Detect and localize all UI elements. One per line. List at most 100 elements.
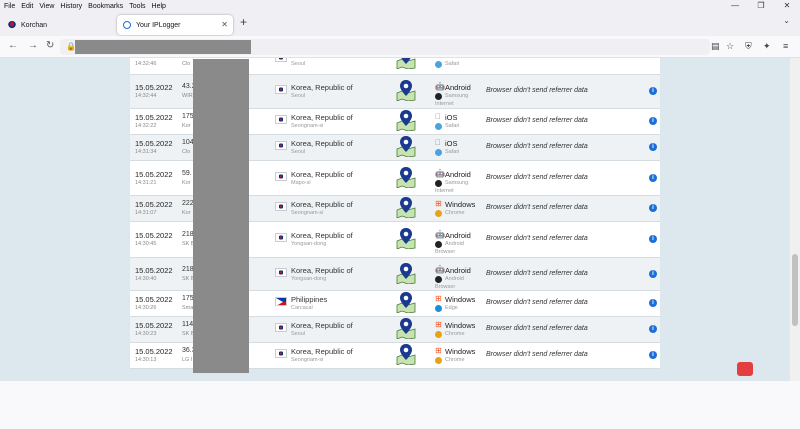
map-pin-icon[interactable]: [396, 291, 416, 314]
map-pin-icon[interactable]: [396, 109, 416, 132]
row-os: Android: [445, 170, 471, 179]
row-isp: Kor: [182, 210, 191, 216]
row-browser: Safari: [445, 149, 460, 155]
hamburger-menu-icon[interactable]: ≡: [783, 41, 788, 51]
info-icon[interactable]: i: [649, 87, 657, 95]
menu-file[interactable]: File: [4, 3, 15, 10]
info-icon[interactable]: i: [649, 204, 657, 212]
row-isp: Clo: [182, 149, 191, 155]
maximize-icon[interactable]: ❐: [748, 0, 774, 12]
back-arrow-icon[interactable]: ←: [8, 40, 18, 51]
blank-area: [0, 381, 800, 429]
info-icon[interactable]: i: [649, 270, 657, 278]
row-browser-suffix: Browser: [435, 249, 456, 255]
row-os: Android: [445, 266, 471, 275]
row-referrer: Browser didn't send referrer data: [486, 235, 588, 242]
row-isp: Clo: [182, 61, 191, 67]
row-os: Windows: [445, 321, 476, 330]
korea-flag-icon: [275, 202, 287, 211]
samsung-icon: [435, 93, 442, 100]
row-time: 14:32:44: [135, 93, 157, 99]
menu-bookmarks[interactable]: Bookmarks: [88, 3, 123, 10]
row-country: Korea, Republic of: [291, 266, 353, 275]
map-pin-icon[interactable]: [396, 135, 416, 158]
map-pin-icon[interactable]: [396, 317, 416, 340]
row-ip[interactable]: 104: [182, 139, 194, 146]
row-country: Korea, Republic of: [291, 113, 353, 122]
row-country: Korea, Republic of: [291, 321, 353, 330]
info-icon[interactable]: i: [649, 235, 657, 243]
row-date: 15.05.2022: [135, 347, 173, 356]
korea-flag-icon: [275, 323, 287, 332]
info-icon[interactable]: i: [649, 325, 657, 333]
map-pin-icon[interactable]: [396, 227, 416, 250]
row-ip[interactable]: 222: [182, 200, 194, 207]
minimize-icon[interactable]: —: [722, 0, 748, 12]
korea-flag-icon: [275, 349, 287, 358]
close-tab-icon[interactable]: ✕: [221, 20, 228, 29]
scroll-thumb[interactable]: [792, 254, 798, 326]
info-icon[interactable]: i: [649, 174, 657, 182]
windows-icon: ⊞: [435, 320, 442, 329]
bookmark-star-icon[interactable]: ☆: [726, 41, 734, 52]
row-country: Korea, Republic of: [291, 200, 353, 209]
row-ip[interactable]: 114: [182, 321, 193, 328]
shield-icon[interactable]: ⛨: [745, 41, 752, 52]
forward-arrow-icon[interactable]: →: [28, 40, 38, 51]
edge-icon: [435, 305, 442, 312]
row-country: Korea, Republic of: [291, 139, 353, 148]
row-city: Seoul: [291, 331, 306, 337]
map-pin-icon[interactable]: [396, 166, 416, 189]
row-browser: Safari: [445, 123, 460, 129]
extensions-icon[interactable]: ✦: [763, 41, 771, 52]
menu-edit[interactable]: Edit: [21, 3, 33, 10]
tab-iplogger[interactable]: Your IPLogger ✕: [117, 15, 233, 35]
row-date: 15.05.2022: [135, 113, 173, 122]
row-ip[interactable]: 175: [182, 113, 194, 120]
reload-icon[interactable]: ↻: [46, 40, 54, 51]
new-tab-icon[interactable]: +: [240, 15, 247, 29]
windows-icon: ⊞: [435, 294, 442, 303]
row-ip[interactable]: 218: [182, 231, 194, 238]
row-referrer: Browser didn't send referrer data: [486, 204, 588, 211]
reader-view-icon[interactable]: ▤: [711, 41, 720, 52]
map-pin-icon[interactable]: [396, 196, 416, 219]
row-date: 15.05.2022: [135, 266, 173, 275]
map-pin-icon[interactable]: [396, 262, 416, 285]
info-icon[interactable]: i: [649, 117, 657, 125]
windows-icon: ⊞: [435, 199, 442, 208]
row-referrer: Browser didn't send referrer data: [486, 143, 588, 150]
menu-history[interactable]: History: [60, 3, 82, 10]
close-window-icon[interactable]: ✕: [774, 0, 800, 12]
row-time: 14:30:45: [135, 241, 157, 247]
map-pin-icon[interactable]: [396, 79, 416, 102]
row-ip[interactable]: 175: [182, 295, 194, 302]
row-isp: Sma: [182, 305, 194, 311]
korea-flag-icon: [275, 233, 287, 242]
feedback-button[interactable]: [737, 362, 753, 376]
korea-flag-icon: [275, 115, 287, 124]
row-ip[interactable]: 59.: [182, 170, 192, 177]
map-pin-icon[interactable]: [396, 343, 416, 366]
row-isp: Kor: [182, 180, 191, 186]
info-icon[interactable]: i: [649, 143, 657, 151]
chrome-icon: [435, 331, 442, 338]
row-isp: Kor: [182, 123, 191, 129]
menu-bar: File Edit View History Bookmarks Tools H…: [0, 0, 800, 12]
info-icon[interactable]: i: [649, 351, 657, 359]
row-ip[interactable]: 218: [182, 266, 194, 273]
row-referrer: Browser didn't send referrer data: [486, 325, 588, 332]
row-time: 14:32:46: [135, 61, 157, 67]
menu-view[interactable]: View: [39, 3, 54, 10]
tab-list-chevron-down-icon[interactable]: ⌄: [783, 16, 790, 25]
menu-help[interactable]: Help: [152, 3, 166, 10]
page-scrollbar[interactable]: [790, 58, 800, 381]
map-pin-icon[interactable]: [396, 58, 416, 70]
row-time: 14:32:22: [135, 123, 157, 129]
menu-tools[interactable]: Tools: [129, 3, 145, 10]
window-controls: — ❐ ✕: [722, 0, 800, 12]
android-icon: 🤖: [435, 265, 445, 274]
info-icon[interactable]: i: [649, 299, 657, 307]
row-referrer: Browser didn't send referrer data: [486, 87, 588, 94]
tab-korchan[interactable]: Korchan: [2, 15, 112, 35]
